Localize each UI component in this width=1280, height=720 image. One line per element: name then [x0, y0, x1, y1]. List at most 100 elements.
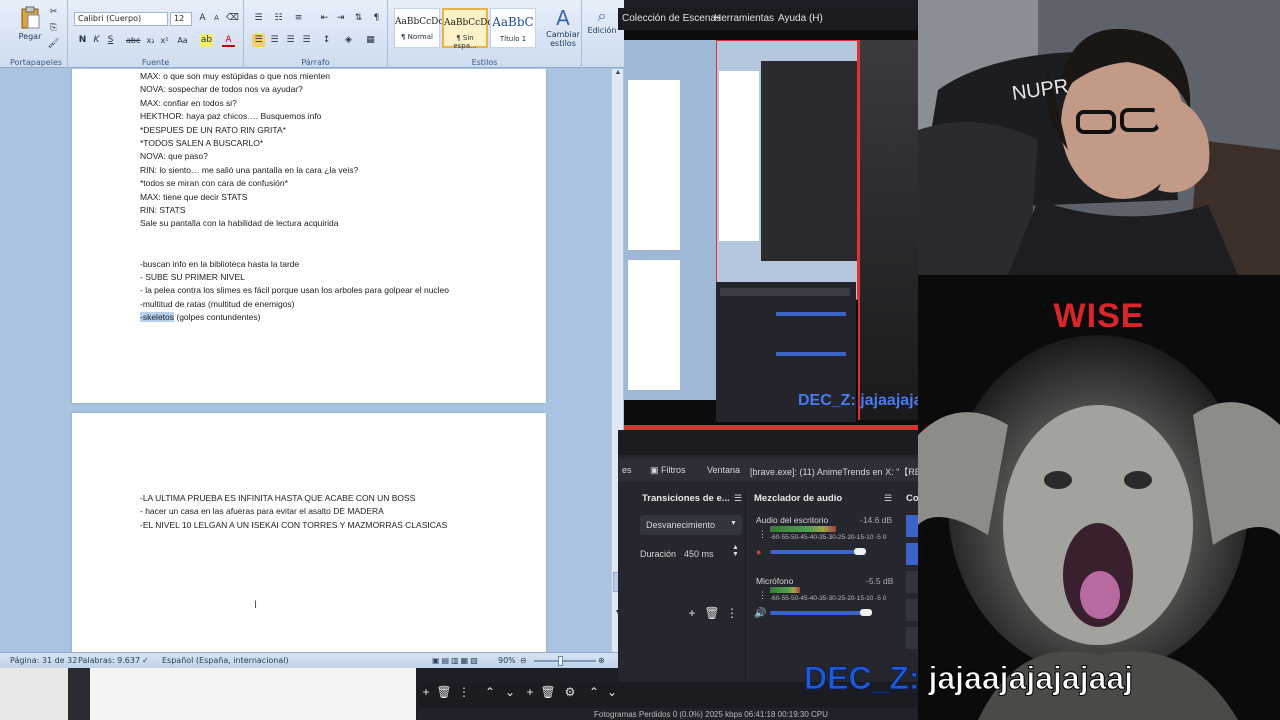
spellcheck-icon[interactable]: ✓ [142, 656, 149, 665]
editing-button[interactable]: ⌕ Edición [584, 6, 620, 35]
scene-more-icon[interactable]: ⋮ [456, 684, 472, 700]
channel-desktop-volume-slider[interactable] [770, 550, 860, 554]
numbering-icon[interactable]: ☷ [272, 12, 285, 25]
speaker-icon[interactable]: 🔊 [754, 608, 766, 619]
menu-help[interactable]: Ayuda (H) [778, 13, 823, 24]
transition-more-icon[interactable]: ⋮ [724, 605, 740, 621]
show-marks-icon[interactable]: ¶ [370, 12, 383, 25]
line-spacing-icon[interactable]: ↕ [320, 34, 333, 47]
zoom-level[interactable]: 90% [498, 656, 516, 665]
bold-icon[interactable]: N [76, 34, 89, 47]
document-line[interactable]: -skeletos (golpes contundentes) [140, 312, 261, 323]
document-line[interactable]: NOVA: sospechar de todos nos va ayudar? [140, 84, 303, 94]
document-area[interactable]: MAX: o que son muy estúpidas o que nos m… [6, 69, 610, 652]
view-buttons[interactable]: ▣▤▥▦▧ [432, 656, 480, 665]
filters-button[interactable]: ▣ Filtros [650, 465, 686, 476]
document-line[interactable]: Sale su pantalla con la habilidad de lec… [140, 218, 338, 228]
transition-select[interactable]: Desvanecimiento ▼ [640, 515, 742, 535]
document-line[interactable]: HEKTHOR: haya paz chicos…. Busquemos inf… [140, 111, 321, 121]
menu-scene-collection[interactable]: Colección de Escenas [622, 13, 721, 24]
page-count[interactable]: Página: 31 de 32 [10, 656, 77, 665]
channel-desktop-volume-knob[interactable] [854, 548, 866, 555]
font-size-select[interactable]: 12 [170, 12, 192, 26]
source-settings-icon[interactable]: ⚙ [562, 684, 578, 700]
page-31[interactable]: MAX: o que son muy estúpidas o que nos m… [72, 69, 546, 403]
zoom-slider-thumb[interactable] [558, 656, 563, 666]
document-line[interactable]: - la pelea contra los slimes es fácil po… [140, 285, 449, 295]
channel-mic-volume-slider[interactable] [770, 611, 866, 615]
change-styles-button[interactable]: A Cambiar estilos [546, 6, 580, 48]
underline-icon[interactable]: S [104, 34, 117, 47]
change-case-icon[interactable]: Aa [176, 34, 189, 47]
zoom-slider[interactable] [534, 660, 596, 662]
align-right-icon[interactable]: ☰ [284, 34, 297, 47]
source-down-icon[interactable]: ⌄ [604, 684, 620, 700]
add-scene-icon[interactable]: + [418, 684, 434, 700]
start-streaming-button[interactable] [906, 515, 918, 537]
document-line[interactable]: - SUBE SU PRIMER NIVEL [140, 272, 245, 282]
channel-desktop-muted-icon[interactable]: ● [756, 547, 761, 557]
add-transition-icon[interactable]: + [684, 605, 700, 621]
increase-indent-icon[interactable]: ⇥ [334, 12, 347, 25]
obs-preview[interactable]: DEC_Z: jajaajajaj [624, 30, 918, 430]
shrink-font-icon[interactable]: A [210, 12, 223, 25]
style-heading1[interactable]: AaBbC Título 1 [490, 8, 536, 48]
channel-mic-volume-knob[interactable] [860, 609, 872, 616]
document-line[interactable]: MAX: confiar en todos si? [140, 98, 237, 108]
document-line[interactable]: - hacer un casa en las afueras para evit… [140, 506, 384, 516]
mixer-menu-icon[interactable]: ☰ [884, 493, 892, 504]
add-source-icon[interactable]: + [522, 684, 538, 700]
copy-icon[interactable]: ⎘ [47, 22, 60, 35]
document-line[interactable]: MAX: o que son muy estúpidas o que nos m… [140, 71, 330, 81]
superscript-icon[interactable]: x² [158, 34, 171, 47]
cut-icon[interactable]: ✂ [47, 6, 60, 19]
highlight-icon[interactable]: ab [200, 34, 213, 47]
borders-icon[interactable]: ▦ [364, 34, 377, 47]
clear-format-icon[interactable]: ⌫ [226, 12, 239, 25]
format-painter-icon[interactable]: 🖌 [47, 38, 60, 51]
font-color-icon[interactable]: A [222, 34, 235, 47]
decrease-indent-icon[interactable]: ⇤ [318, 12, 331, 25]
paste-button[interactable]: Pegar [12, 6, 48, 46]
remove-scene-icon[interactable]: 🗑 [436, 684, 452, 700]
page-32[interactable]: -LA ULTIMA PRUEBA ES INFINITA HASTA QUE … [72, 413, 546, 652]
document-line[interactable]: *todos se miran con cara de confusión* [140, 178, 288, 188]
strikethrough-icon[interactable]: abc [126, 34, 140, 47]
document-line[interactable]: -multitud de ratas (multitud de enemigos… [140, 299, 295, 309]
document-line[interactable]: -EL NIVEL 10 LELGAN A UN ISEKAI CON TORR… [140, 520, 447, 530]
document-line[interactable]: RIN: lo siento… me salió una pantalla en… [140, 165, 358, 175]
document-line[interactable]: *TODOS SALEN A BUSCARLO* [140, 138, 263, 148]
sources-tab[interactable]: es [622, 465, 632, 475]
bullets-icon[interactable]: ☰ [252, 12, 265, 25]
language[interactable]: Español (España, internacional) [162, 656, 289, 665]
style-no-spacing[interactable]: AaBbCcDc ¶ Sin espa... [442, 8, 492, 50]
virtual-camera-button[interactable] [906, 571, 918, 593]
sort-icon[interactable]: ⇅ [352, 12, 365, 25]
italic-icon[interactable]: K [90, 34, 103, 47]
font-name-select[interactable]: Calibri (Cuerpo) [74, 12, 168, 26]
document-line[interactable]: -LA ULTIMA PRUEBA ES INFINITA HASTA QUE … [140, 493, 415, 503]
justify-icon[interactable]: ☰ [300, 34, 313, 47]
document-line[interactable]: -buscan info en la biblioteca hasta la t… [140, 259, 299, 269]
zoom-in-icon[interactable]: ⊕ [598, 656, 605, 665]
start-recording-button[interactable] [906, 543, 918, 565]
window-value[interactable]: [brave.exe]: (11) AnimeTrends en X: "【RE… [750, 465, 932, 478]
word-count[interactable]: Palabras: 9.637 [78, 656, 140, 665]
document-line[interactable]: RIN: STATS [140, 205, 186, 215]
scene-up-icon[interactable]: ⌃ [482, 684, 498, 700]
menu-tools[interactable]: Herramientas [714, 13, 774, 24]
document-line[interactable]: NOVA: que paso? [140, 151, 208, 161]
scroll-up-icon[interactable]: ▲ [613, 69, 623, 81]
zoom-out-icon[interactable]: ⊖ [520, 656, 527, 665]
channel-mic-more-icon[interactable]: ⋮ [758, 590, 767, 601]
document-line[interactable]: *DESPUES DE UN RATO RIN GRITA* [140, 125, 286, 135]
shading-icon[interactable]: ◈ [342, 34, 355, 47]
source-up-icon[interactable]: ⌃ [586, 684, 602, 700]
subscript-icon[interactable]: x₂ [144, 34, 157, 47]
channel-desktop-more-icon[interactable]: ⋮ [758, 529, 767, 540]
selected-text[interactable]: -skeletos [140, 312, 175, 323]
document-line[interactable]: MAX: tiene que decir STATS [140, 192, 247, 202]
duration-input[interactable]: 450 ms ▲ ▼ [680, 544, 742, 564]
studio-mode-button[interactable] [906, 599, 918, 621]
settings-button[interactable] [906, 627, 918, 649]
